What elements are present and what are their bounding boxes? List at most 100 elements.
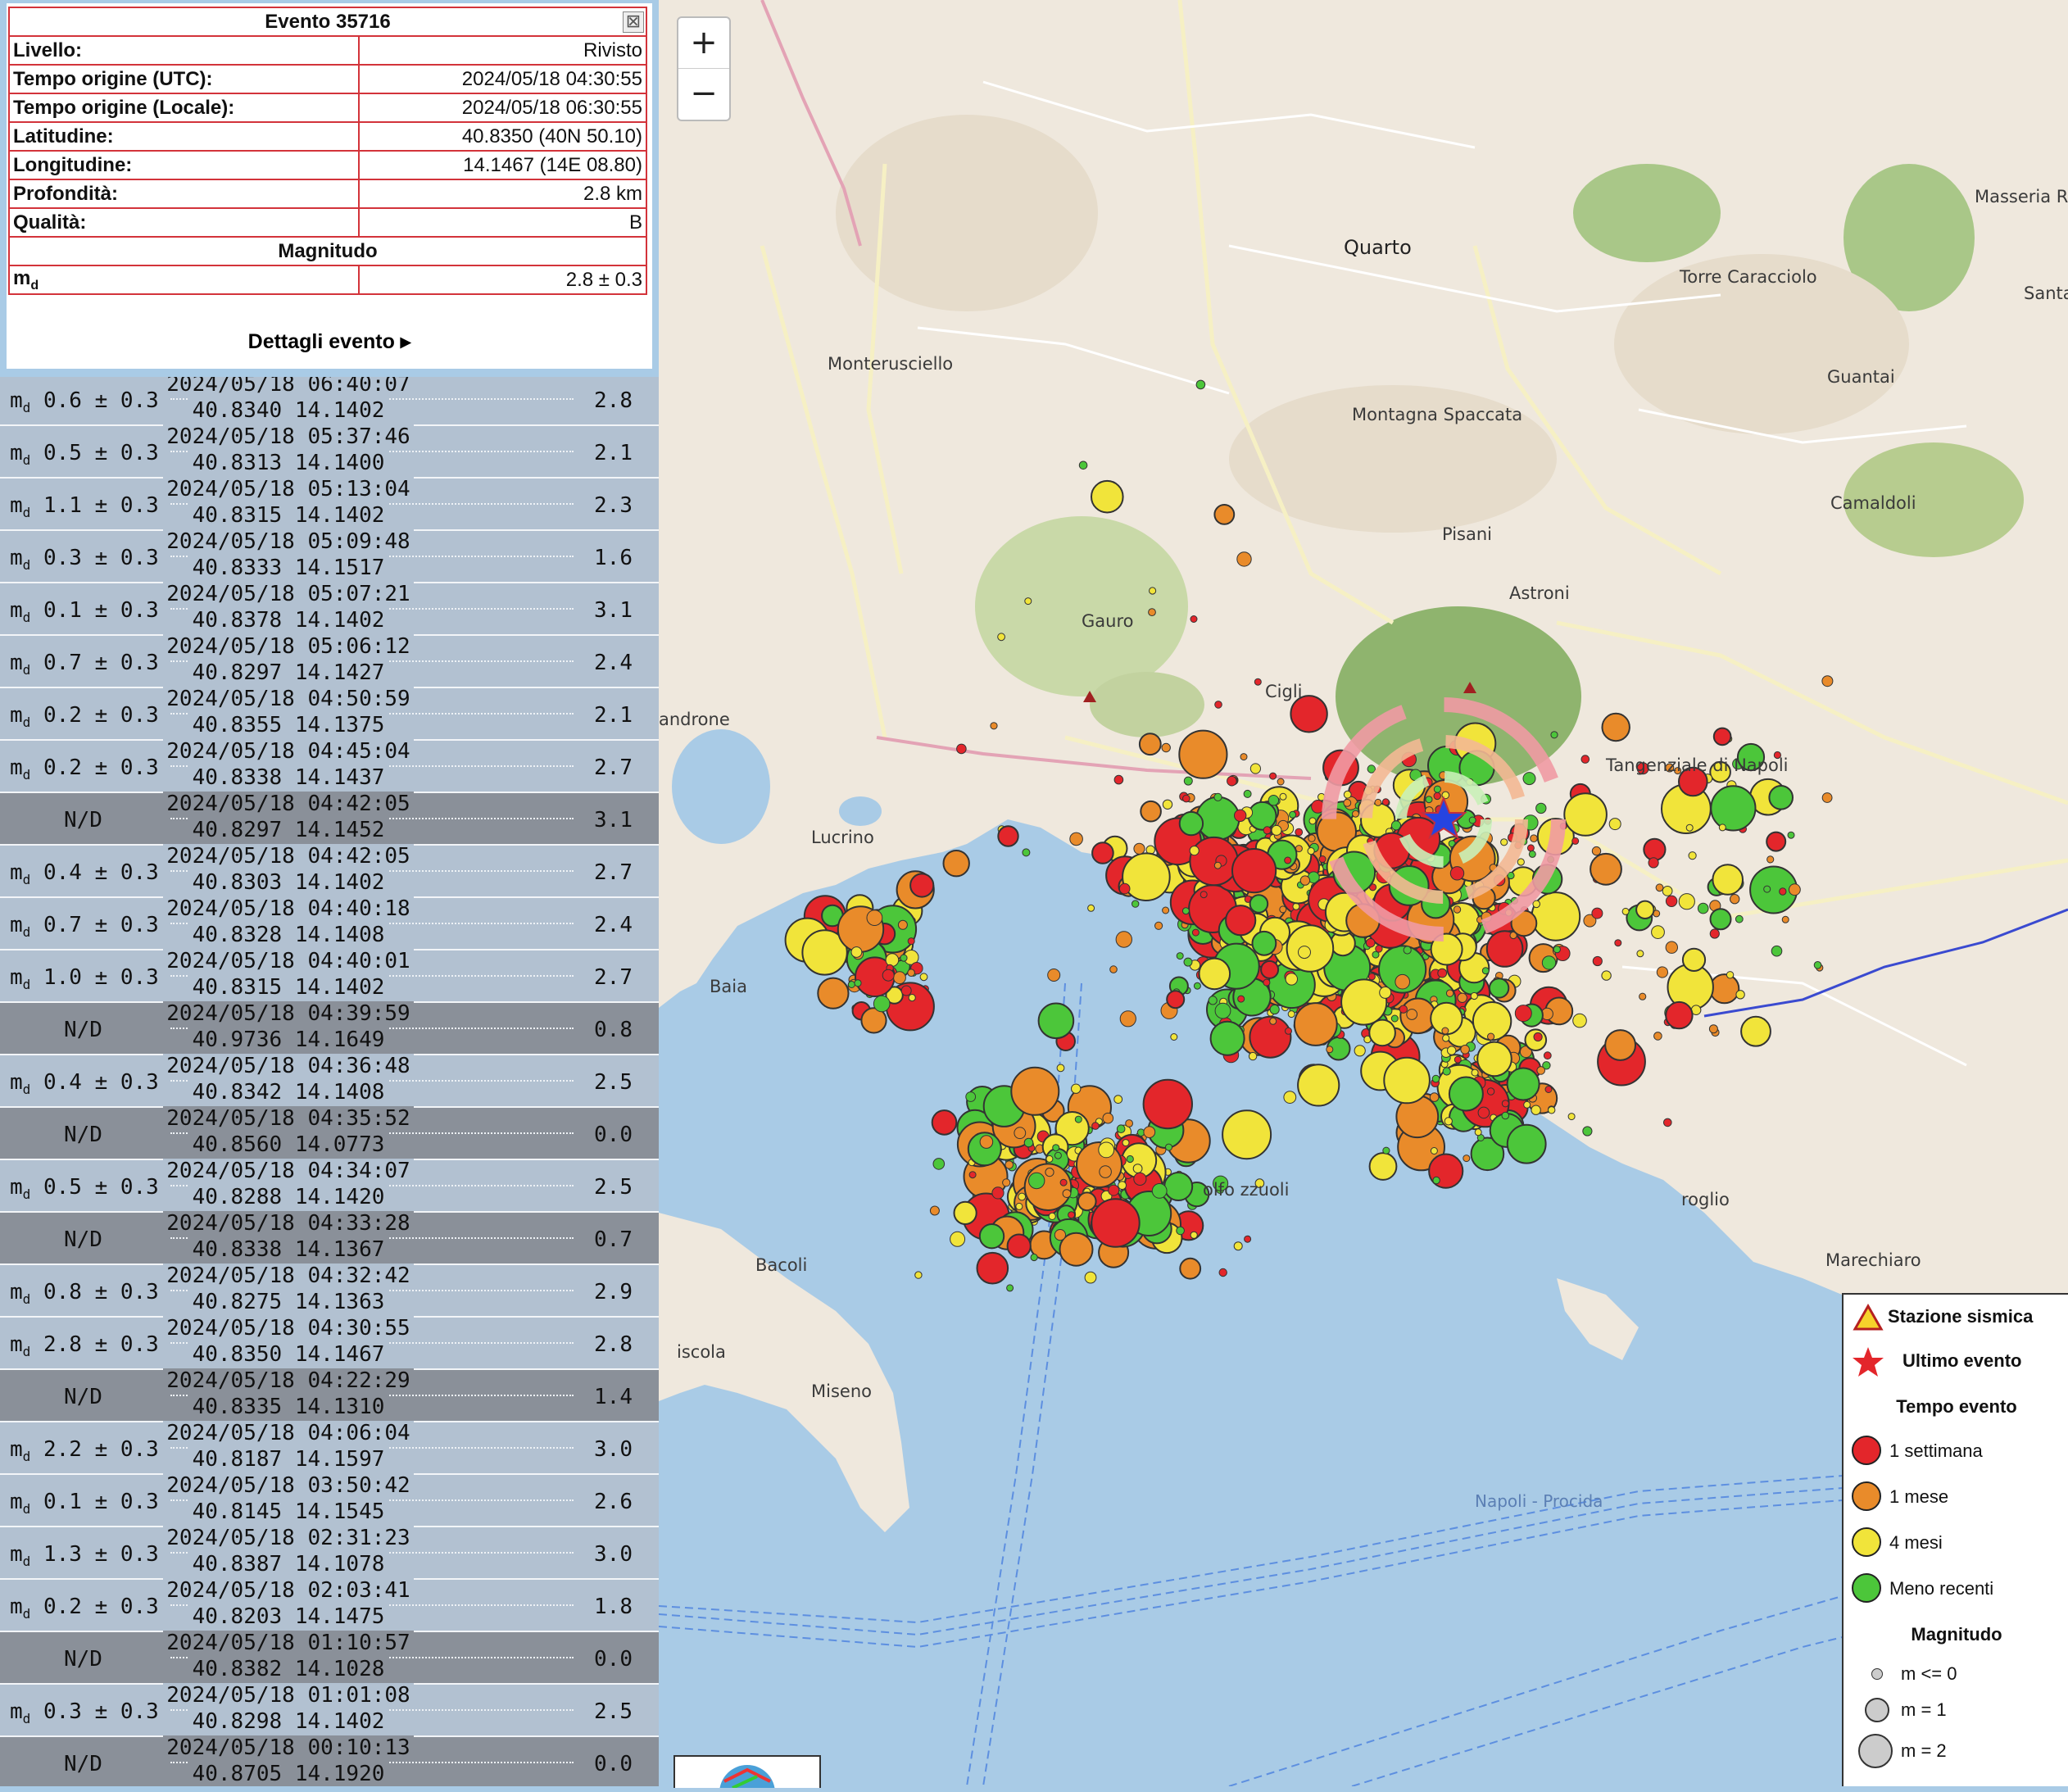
event-coords: 40.8303 14.1402 [0,870,659,895]
earthquake-dot [1789,883,1801,896]
md-label: md [7,265,361,295]
earthquake-dot [1231,848,1277,894]
earthquake-dot [1379,986,1392,999]
earthquake-dot [1133,1172,1147,1186]
event-list[interactable]: md 0.6 ± 0.3 2024/05/18 06:40:07 40.8340 1… [0,377,659,1786]
earthquake-dot [1444,1117,1453,1126]
earthquake-dot [1165,1143,1172,1151]
earthquake-dot [1195,796,1240,841]
event-row[interactable]: md 0.4 ± 0.3 2024/05/18 04:42:05 40.8303 1… [0,844,659,898]
earthquake-dot [1056,1064,1065,1073]
event-row[interactable]: md 1.0 ± 0.3 2024/05/18 04:40:01 40.8315 1… [0,949,659,1003]
earthquake-dot [1142,1078,1194,1130]
event-coords: 40.8705 14.1920 [0,1762,659,1786]
earthquake-dot [1048,1212,1056,1221]
earthquake-dot [1580,755,1590,764]
earthquake-dot [1005,1160,1014,1169]
event-row[interactable]: md 0.7 ± 0.3 2024/05/18 04:40:18 40.8328 1… [0,896,659,950]
earthquake-dot [873,995,891,1013]
earthquake-dot [1662,886,1673,896]
earthquake-dot [1143,1126,1156,1138]
zoom-out-button[interactable]: − [678,69,729,119]
event-row[interactable]: md 1.1 ± 0.3 2024/05/18 05:13:04 40.8315 1… [0,477,659,531]
earthquake-dot [1614,939,1622,947]
event-row[interactable]: md 0.5 ± 0.3 2024/05/18 05:37:46 40.8313 1… [0,424,659,479]
event-time: 2024/05/18 04:40:01 [0,949,659,973]
event-row[interactable]: N/D 2024/05/18 01:10:57 40.8382 14.1028 0.0 [0,1631,659,1685]
earthquake-dot [907,969,915,977]
earthquake-dot [931,1109,958,1136]
event-row[interactable]: N/D 2024/05/18 04:42:05 40.8297 14.1452 3.1 [0,792,659,846]
event-value: 2.4 [594,913,633,937]
popup-field-value: Rivisto [358,35,647,66]
event-row[interactable]: N/D 2024/05/18 04:22:29 40.8335 14.1310 1.4 [0,1368,659,1422]
ingv-logo[interactable] [673,1755,821,1792]
place-label: iscola [677,1342,726,1362]
event-row[interactable]: md 2.2 ± 0.3 2024/05/18 04:06:04 40.8187 1… [0,1421,659,1475]
event-row[interactable]: N/D 2024/05/18 04:39:59 40.9736 14.1649 0.8 [0,1001,659,1055]
earthquake-dot [1054,1151,1062,1159]
zoom-in-button[interactable]: + [678,18,729,69]
earthquake-dot [979,1135,994,1149]
earthquake-dot [1062,1189,1072,1198]
event-time: 2024/05/18 04:35:52 [0,1106,659,1131]
event-coords: 40.8355 14.1375 [0,713,659,737]
event-row[interactable]: md 0.3 ± 0.3 2024/05/18 01:01:08 40.8298 1… [0,1683,659,1737]
event-row[interactable]: md 0.7 ± 0.3 2024/05/18 05:06:12 40.8297 1… [0,634,659,688]
event-row[interactable]: md 1.3 ± 0.3 2024/05/18 02:31:23 40.8387 1… [0,1526,659,1580]
earthquake-dot [1138,733,1162,756]
earthquake-dot [1237,995,1245,1003]
place-label: Napoli - Procida [1475,1491,1603,1511]
event-details-link[interactable]: Dettagli evento ▸ [7,329,652,354]
earthquake-dot [1541,955,1557,970]
event-row[interactable]: md 0.2 ± 0.3 2024/05/18 04:50:59 40.8355 1… [0,687,659,741]
earthquake-dot [942,850,970,878]
event-row[interactable]: md 0.2 ± 0.3 2024/05/18 02:03:41 40.8203 1… [0,1578,659,1632]
event-row[interactable]: md 2.8 ± 0.3 2024/05/18 04:30:55 40.8350 1… [0,1316,659,1370]
event-row[interactable]: md 0.3 ± 0.3 2024/05/18 05:09:48 40.8333 1… [0,529,659,583]
place-label: Torre Caracciolo [1680,267,1817,287]
event-row[interactable]: md 0.1 ± 0.3 2024/05/18 03:50:42 40.8145 1… [0,1473,659,1527]
earthquake-dot [1530,834,1538,843]
earthquake-dot [978,1223,1005,1250]
event-row[interactable]: md 0.5 ± 0.3 2024/05/18 04:34:07 40.8288 1… [0,1159,659,1213]
event-row[interactable]: N/D 2024/05/18 04:35:52 40.8560 14.0773 0.0 [0,1106,659,1160]
earthquake-dot [866,910,883,926]
event-row[interactable]: md 0.2 ± 0.3 2024/05/18 04:45:04 40.8338 1… [0,739,659,793]
popup-field-value: B [358,207,647,238]
earthquake-dot [885,953,900,967]
earthquake-dot [1340,978,1388,1026]
popup-field-label: Tempo origine (UTC): [7,64,361,94]
earthquake-dot [1113,1095,1123,1104]
earthquake-dot [1195,379,1206,390]
earthquake-dot [1132,1164,1143,1173]
earthquake-dot [1601,970,1612,981]
earthquake-dot [1787,831,1795,839]
event-time: 2024/05/18 04:32:42 [0,1263,659,1288]
close-icon[interactable]: ⊠ [623,11,644,33]
earthquake-dot [1544,1086,1553,1093]
earthquake-dot [1429,1092,1440,1102]
earthquake-dot [1367,973,1376,981]
globe-icon [719,1765,775,1792]
event-row[interactable]: md 0.1 ± 0.3 2024/05/18 05:07:21 40.8378 1… [0,582,659,636]
event-value: 2.8 [594,388,633,413]
earthquake-dot [1109,965,1118,973]
earthquake-dot [1176,952,1184,960]
earthquake-dot [1442,1034,1450,1042]
event-row[interactable]: md 0.4 ± 0.3 2024/05/18 04:36:48 40.8342 1… [0,1054,659,1108]
event-row[interactable]: md 0.6 ± 0.3 2024/05/18 06:40:07 40.8340 1… [0,377,659,426]
earthquake-dot [1441,1027,1449,1035]
earthquake-dot [1763,885,1771,893]
event-row[interactable]: N/D 2024/05/18 04:33:28 40.8338 14.1367 0.7 [0,1211,659,1265]
earthquake-dot [1279,792,1287,801]
earthquake-dot [1639,992,1647,1000]
earthquake-dot [1233,1241,1243,1251]
place-label: Santa C [2024,284,2068,303]
earthquake-dot [1471,1068,1479,1077]
event-row[interactable]: md 0.8 ± 0.3 2024/05/18 04:32:42 40.8275 1… [0,1263,659,1318]
event-row[interactable]: N/D 2024/05/18 00:10:13 40.8705 14.1920 0.0 [0,1735,659,1786]
event-value: 2.4 [594,651,633,675]
earthquake-dot [1523,1100,1531,1109]
earthquake-dot [1162,906,1170,914]
